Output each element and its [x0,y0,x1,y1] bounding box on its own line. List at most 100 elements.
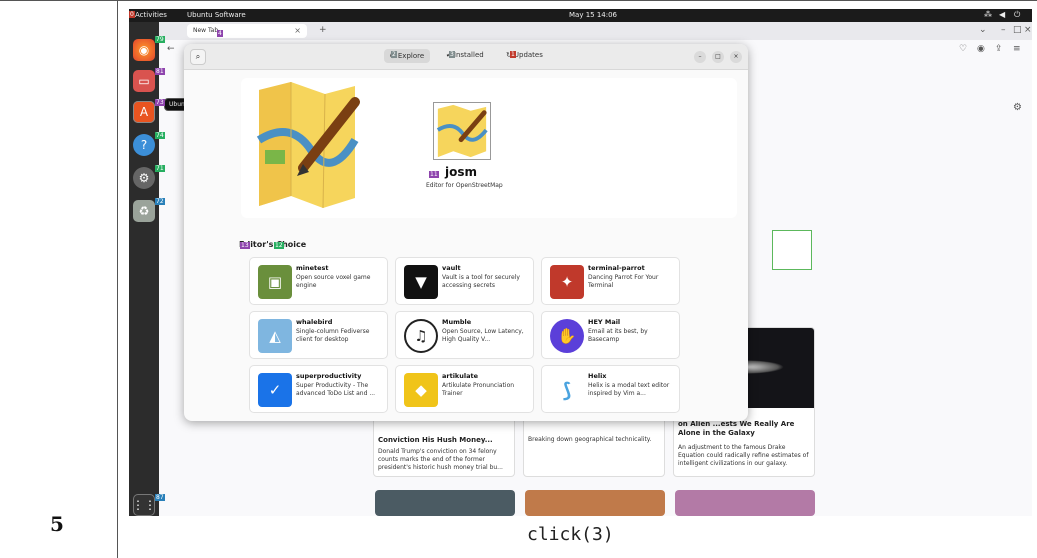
parrot-icon: ✦ [550,265,584,299]
mark-label: 1 [510,51,516,58]
hey-mail-icon: ✋ [550,319,584,353]
mark-label: 11 [429,171,439,178]
back-icon[interactable]: ← [167,44,175,54]
josm-icon [433,102,491,160]
app-card-helix[interactable]: ⟆ Helix Helix is a modal text editor ins… [541,365,680,413]
artikulate-icon: ◆ [404,373,438,407]
news-title: on Alien ...ests We Really Are Alone in … [678,420,795,437]
header-bar: ⌕ ✪ Explore ✔ Installed ↻ Updates – □ × [184,44,748,70]
app-card-minetest[interactable]: ▣ minetest Open source voxel game engine [249,257,388,305]
news-text: Donald Trump's conviction on 34 felony c… [378,448,503,471]
superproductivity-icon: ✓ [258,373,292,407]
mark-label: 0 [129,11,135,18]
close-tab-icon[interactable]: × [294,26,301,35]
app-card-hey-mail[interactable]: ✋ HEY Mail Email at its best, by Basecam… [541,311,680,359]
maximize-button[interactable]: □ [712,51,724,63]
mark-label: 72 [155,198,165,205]
app-desc: Open Source, Low Latency, High Quality V… [442,328,524,343]
clock[interactable]: May 15 14:06 [569,11,617,19]
news-text: An adjustment to the famous Drake Equati… [678,444,809,467]
app-name: vault [442,264,461,272]
dock: ◉ ▭ A ? ⚙ ♻ ⋮⋮ [129,22,159,516]
mark-label: 79 [155,36,165,43]
account-icon[interactable]: ◉ [977,44,985,54]
app-name: artikulate [442,372,479,380]
ubuntu-software-icon[interactable]: A [133,101,155,123]
tab-label: Installed [453,51,484,59]
frame-divider [117,0,118,558]
news-thumbnail[interactable] [375,490,515,516]
close-icon[interactable]: × [1024,25,1032,35]
mark-label: 4 [217,30,223,37]
step-number: 5 [50,512,64,536]
app-name: whalebird [296,318,333,326]
settings-gear-icon[interactable]: ⚙ [1013,102,1022,113]
minimize-button[interactable]: – [694,51,706,63]
tab-label: Explore [397,52,425,60]
mark-label: 13 [240,242,250,249]
mark-label: 3 [449,51,455,58]
app-card-terminal-parrot[interactable]: ✦ terminal-parrot Dancing Parrot For You… [541,257,680,305]
app-card-mumble[interactable]: ♫ Mumble Open Source, Low Latency, High … [395,311,534,359]
news-thumbnail[interactable] [525,490,665,516]
tab-title: New Tab [193,27,219,34]
help-icon[interactable]: ? [133,134,155,156]
app-desc: Super Productivity - The advanced ToDo L… [296,382,376,397]
show-apps-icon[interactable]: ⋮⋮ [132,494,156,516]
app-desc: Open source voxel game engine [296,274,371,289]
app-name: HEY Mail [588,318,621,326]
files-icon[interactable]: ▭ [133,70,155,92]
trash-icon[interactable]: ♻ [133,200,155,222]
app-card-superproductivity[interactable]: ✓ superproductivity Super Productivity -… [249,365,388,413]
vault-icon: ▼ [404,265,438,299]
app-desc: Email at its best, by Basecamp [588,328,648,343]
news-thumbnail[interactable] [675,490,815,516]
pocket-icon[interactable]: ♡ [959,44,967,54]
app-desc: Artikulate Pronunciation Trainer [442,382,515,397]
app-menu[interactable]: Ubuntu Software [187,11,246,19]
search-icon[interactable]: ⌕ [190,49,206,65]
shortcut-tile[interactable] [772,230,812,270]
list-tabs-icon[interactable]: ⌄ [979,25,987,35]
app-name: terminal-parrot [588,264,645,272]
network-icon[interactable]: ⁂ [984,10,992,19]
activities-button[interactable]: Activities [135,11,167,19]
new-tab-icon[interactable]: + [319,25,327,35]
minetest-icon: ▣ [258,265,292,299]
featured-app-name: josm [445,165,478,179]
desktop-screenshot: Activities Ubuntu Software May 15 14:06 … [129,9,1032,516]
mark-label: 74 [155,132,165,139]
app-card-whalebird[interactable]: ◭ whalebird Single-column Fediverse clie… [249,311,388,359]
app-card-vault[interactable]: ▼ vault Vault is a tool for securely acc… [395,257,534,305]
mark-label: 81 [155,68,165,75]
power-icon[interactable]: ⏻ [1014,10,1020,20]
mumble-icon: ♫ [404,319,438,353]
menu-icon[interactable]: ≡ [1013,44,1021,54]
maximize-icon[interactable]: □ [1013,25,1022,35]
josm-large-icon [256,82,360,209]
tab-strip: New Tab × + ⌄ – □ × [159,22,1032,40]
app-card-artikulate[interactable]: ◆ artikulate Artikulate Pronunciation Tr… [395,365,534,413]
featured-banner[interactable]: josm Editor for OpenStreetMap [241,78,737,218]
featured-app-summary: Editor for OpenStreetMap [426,182,503,189]
app-name: minetest [296,264,329,272]
news-title: Conviction His Hush Money... [378,436,493,444]
settings-icon[interactable]: ⚙ [133,167,155,189]
minimize-icon[interactable]: – [1001,25,1006,35]
mark-label: 71 [155,165,165,172]
action-caption: click(3) [527,524,614,545]
app-desc: Single-column Fediverse client for deskt… [296,328,370,343]
mark-label: 12 [274,242,284,249]
ubuntu-software-window: ⌕ ✪ Explore ✔ Installed ↻ Updates – □ × [184,44,748,421]
mark-label: 2 [391,51,397,58]
helix-icon: ⟆ [550,373,584,407]
firefox-icon[interactable]: ◉ [133,39,155,61]
frame-top-rule [0,0,1037,1]
app-name: Mumble [442,318,472,326]
browser-tab[interactable]: New Tab × [187,24,307,38]
tab-label: Updates [513,51,543,59]
top-bar: Activities Ubuntu Software May 15 14:06 … [129,9,1032,22]
close-button[interactable]: × [730,51,742,63]
volume-icon[interactable]: ◀ [999,10,1005,19]
extensions-icon[interactable]: ⇪ [995,44,1003,54]
